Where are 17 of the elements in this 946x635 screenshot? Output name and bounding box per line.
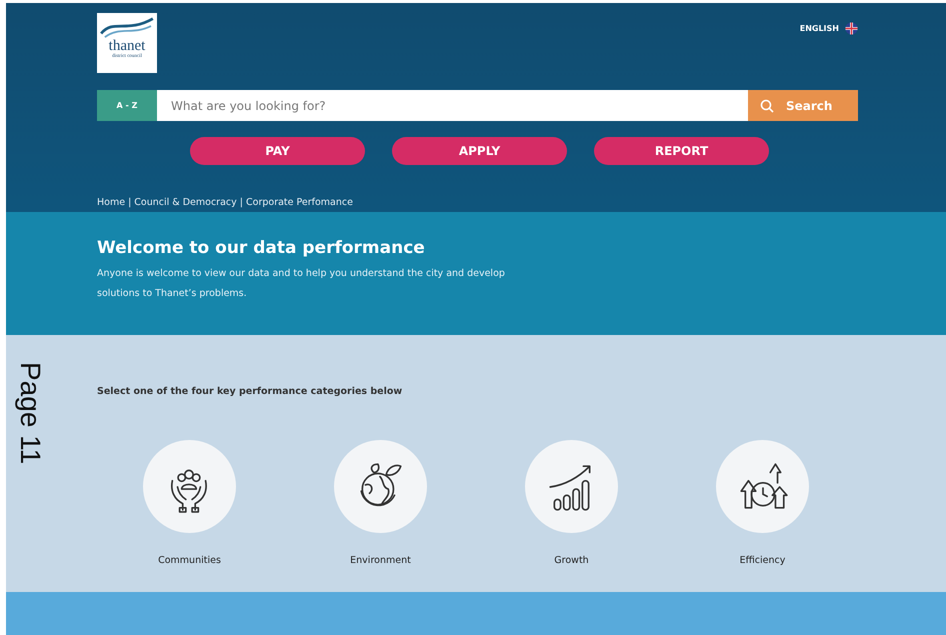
action-button[interactable]: REPORT — [594, 137, 769, 165]
category-label[interactable]: Environment — [350, 555, 411, 566]
flag-icon[interactable] — [845, 22, 858, 35]
section-title: Welcome to our data performance — [97, 238, 426, 258]
categories-prompt: Select one of the four key performance categories below — [97, 386, 404, 397]
category-label[interactable]: Growth — [554, 555, 589, 566]
action-button[interactable]: APPLY — [392, 137, 567, 165]
language-link[interactable]: ENGLISH — [800, 24, 839, 33]
breadcrumb[interactable]: Home | Council & Democracy | Corporate Perfomance — [97, 197, 353, 208]
wave-icon — [99, 15, 155, 39]
category-label[interactable]: Efficiency — [740, 555, 786, 566]
intro-text: Anyone is welcome to view our data and to help you understand the city and develop solutions to Thanet’s problems. — [97, 267, 506, 301]
action-button[interactable]: PAY — [190, 137, 365, 165]
page-number: Page 11 — [16, 362, 44, 464]
search-field[interactable]: What are you looking for? — [157, 90, 748, 121]
logo-name: thanet — [108, 39, 146, 54]
category-label[interactable]: Communities — [158, 555, 221, 566]
